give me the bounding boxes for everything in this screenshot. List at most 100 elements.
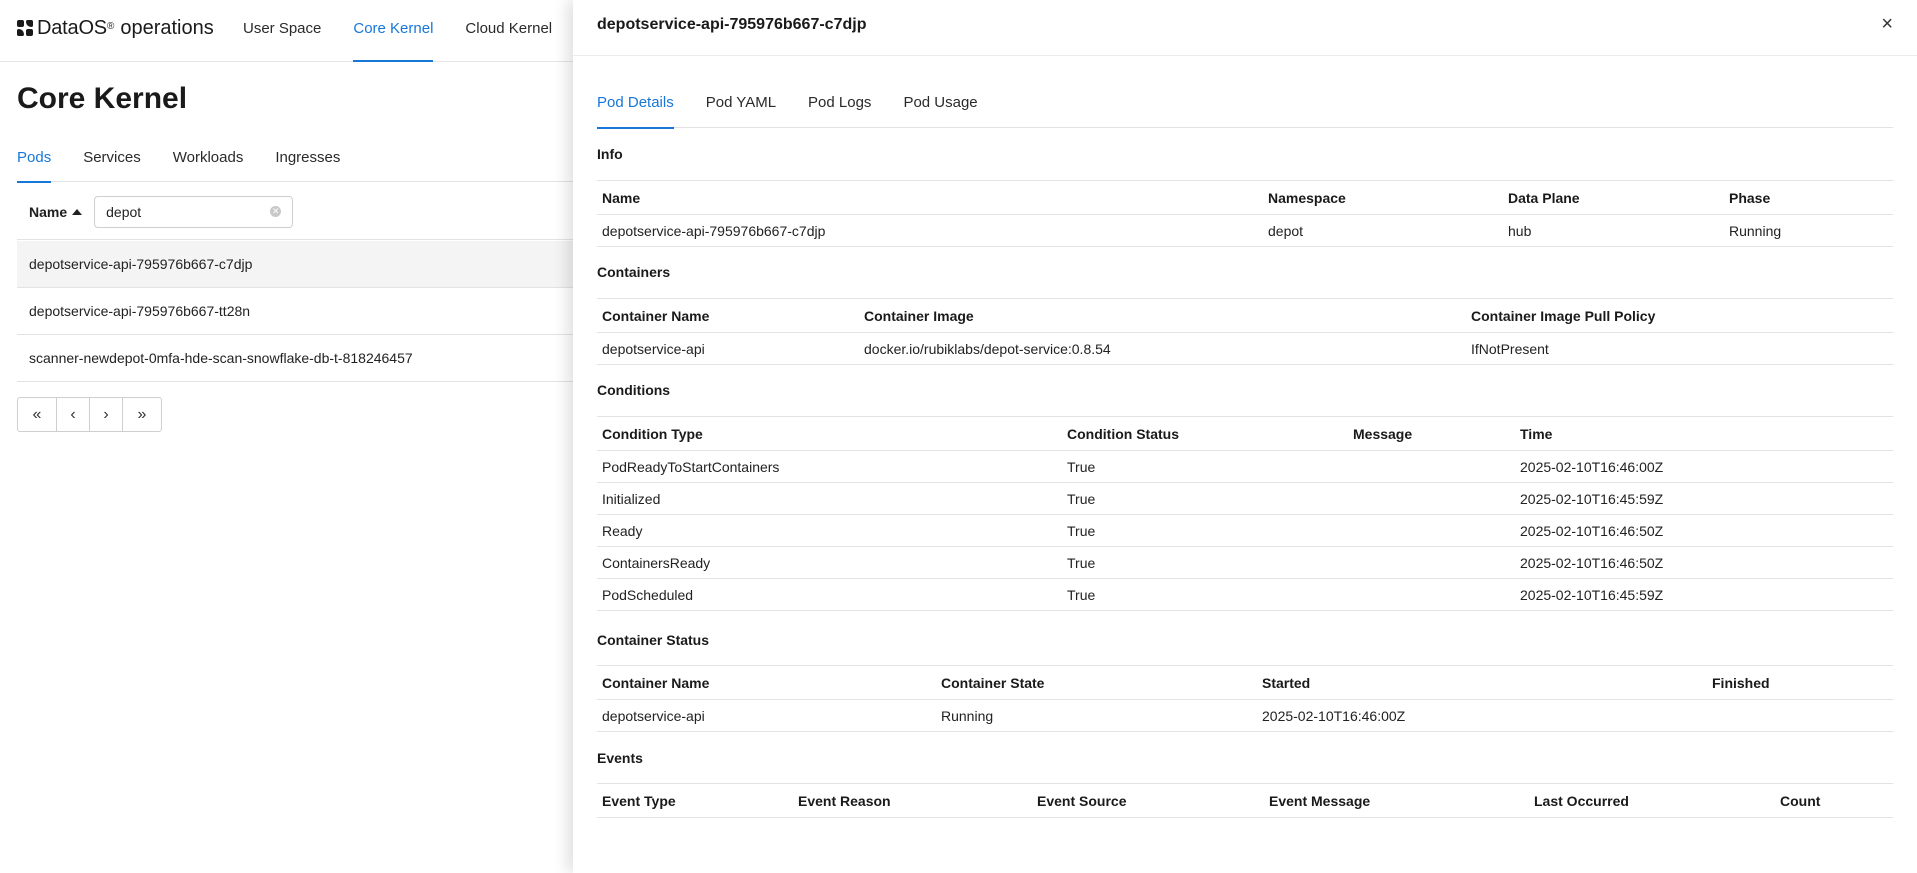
table-row: PodScheduled True 2025-02-10T16:45:59Z — [597, 578, 1893, 611]
column-header: Name — [597, 180, 1263, 215]
pod-name-value: depotservice-api-795976b667-c7djp — [597, 214, 1263, 247]
pod-search-field[interactable]: ✕ — [94, 195, 294, 228]
pod-list-item[interactable]: scanner-newdepot-0mfa-hde-scan-snowflake… — [17, 335, 577, 382]
pod-list-item[interactable]: depotservice-api-795976b667-tt28n — [17, 288, 577, 335]
started-value: 2025-02-10T16:46:00Z — [1257, 699, 1707, 732]
tab-ingresses[interactable]: Ingresses — [275, 140, 340, 182]
condition-message — [1348, 482, 1515, 515]
pull-policy-value: IfNotPresent — [1466, 332, 1893, 365]
namespace-value: depot — [1263, 214, 1503, 247]
condition-time: 2025-02-10T16:46:50Z — [1515, 514, 1893, 547]
column-header: Container Image — [859, 298, 1466, 333]
condition-status: True — [1062, 514, 1348, 547]
condition-message — [1348, 514, 1515, 547]
product-name: operations — [120, 16, 214, 39]
condition-time: 2025-02-10T16:46:00Z — [1515, 450, 1893, 483]
column-header: Last Occurred — [1529, 783, 1775, 818]
drawer-header: depotservice-api-795976b667-c7djp × — [573, 0, 1917, 56]
dataos-logo[interactable]: DataOS ® operations — [17, 15, 214, 41]
column-header: Time — [1515, 416, 1893, 451]
resource-tabs: Pods Services Workloads Ingresses — [17, 140, 577, 183]
section-title-info: Info — [597, 146, 623, 162]
column-header: Container Name — [597, 298, 859, 333]
condition-time: 2025-02-10T16:45:59Z — [1515, 482, 1893, 515]
column-header: Event Type — [597, 783, 793, 818]
column-header: Data Plane — [1503, 180, 1724, 215]
column-header: Container Name — [597, 665, 936, 700]
topnav-user-space[interactable]: User Space — [243, 0, 321, 62]
next-page-button[interactable]: › — [89, 397, 123, 432]
column-header: Namespace — [1263, 180, 1503, 215]
table-row: Initialized True 2025-02-10T16:45:59Z — [597, 482, 1893, 515]
column-header: Container Image Pull Policy — [1466, 298, 1893, 333]
section-title-containers: Containers — [597, 264, 671, 280]
data-plane-value: hub — [1503, 214, 1724, 247]
condition-type: PodScheduled — [597, 578, 1062, 611]
section-title-container-status: Container Status — [597, 632, 710, 648]
sort-ascending-icon — [72, 208, 83, 215]
condition-type: ContainersReady — [597, 546, 1062, 579]
condition-type: PodReadyToStartContainers — [597, 450, 1062, 483]
column-header: Count — [1775, 783, 1893, 818]
condition-message — [1348, 546, 1515, 579]
container-status-table: Container Name Container State Started F… — [597, 665, 1893, 732]
registered-mark: ® — [106, 20, 115, 32]
tab-pod-details[interactable]: Pod Details — [597, 82, 674, 129]
table-row: PodReadyToStartContainers True 2025-02-1… — [597, 450, 1893, 483]
first-page-button[interactable]: « — [17, 397, 57, 432]
table-row: ContainersReady True 2025-02-10T16:46:50… — [597, 546, 1893, 579]
brand-name: DataOS — [37, 16, 107, 39]
pod-list-header: Name ✕ — [17, 184, 577, 240]
containers-table: Container Name Container Image Container… — [597, 298, 1893, 365]
topnav-cloud-kernel[interactable]: Cloud Kernel — [465, 0, 552, 62]
column-header: Phase — [1724, 180, 1893, 215]
condition-time: 2025-02-10T16:45:59Z — [1515, 578, 1893, 611]
conditions-table: Condition Type Condition Status Message … — [597, 416, 1893, 611]
tab-pod-logs[interactable]: Pod Logs — [808, 82, 871, 128]
phase-status: Running — [1724, 214, 1893, 247]
column-header: Started — [1257, 665, 1707, 700]
tab-workloads[interactable]: Workloads — [173, 140, 244, 182]
dataos-logo-icon — [17, 20, 33, 36]
container-state-status: Running — [936, 699, 1257, 732]
condition-type: Initialized — [597, 482, 1062, 515]
table-row: depotservice-api docker.io/rubiklabs/dep… — [597, 332, 1893, 365]
tab-pod-yaml[interactable]: Pod YAML — [706, 82, 776, 128]
last-page-button[interactable]: » — [122, 397, 162, 432]
condition-status: True — [1062, 482, 1348, 515]
condition-message — [1348, 450, 1515, 483]
column-header: Container State — [936, 665, 1257, 700]
condition-type: Ready — [597, 514, 1062, 547]
container-name-value: depotservice-api — [597, 332, 859, 365]
close-icon[interactable]: × — [1881, 14, 1893, 34]
page-title: Core Kernel — [17, 82, 188, 115]
tab-pod-usage[interactable]: Pod Usage — [903, 82, 977, 128]
column-header: Condition Status — [1062, 416, 1348, 451]
column-header: Event Source — [1032, 783, 1264, 818]
pod-search-input[interactable] — [106, 203, 257, 220]
container-image-value: docker.io/rubiklabs/depot-service:0.8.54 — [859, 332, 1466, 365]
section-title-conditions: Conditions — [597, 382, 671, 398]
pod-list-item[interactable]: depotservice-api-795976b667-c7djp — [17, 241, 577, 288]
name-sort-button[interactable]: Name — [29, 204, 83, 220]
clear-search-icon[interactable]: ✕ — [270, 205, 282, 217]
section-title-events: Events — [597, 750, 643, 766]
column-header: Event Message — [1264, 783, 1529, 818]
info-table: Name Namespace Data Plane Phase depotser… — [597, 180, 1893, 247]
tab-pods[interactable]: Pods — [17, 140, 52, 183]
pagination: « ‹ › » — [17, 397, 162, 432]
column-header: Condition Type — [597, 416, 1062, 451]
previous-page-button[interactable]: ‹ — [56, 397, 90, 432]
column-header: Finished — [1707, 665, 1893, 700]
condition-status: True — [1062, 450, 1348, 483]
pod-detail-drawer: depotservice-api-795976b667-c7djp × Pod … — [573, 0, 1917, 873]
condition-message — [1348, 578, 1515, 611]
tab-services[interactable]: Services — [83, 140, 141, 182]
finished-value — [1707, 699, 1893, 732]
table-row: depotservice-api Running 2025-02-10T16:4… — [597, 699, 1893, 732]
condition-status: True — [1062, 546, 1348, 579]
table-row: depotservice-api-795976b667-c7djp depot … — [597, 214, 1893, 247]
topnav-core-kernel[interactable]: Core Kernel — [353, 0, 434, 62]
column-header: Event Reason — [793, 783, 1032, 818]
container-name-value: depotservice-api — [597, 699, 936, 732]
